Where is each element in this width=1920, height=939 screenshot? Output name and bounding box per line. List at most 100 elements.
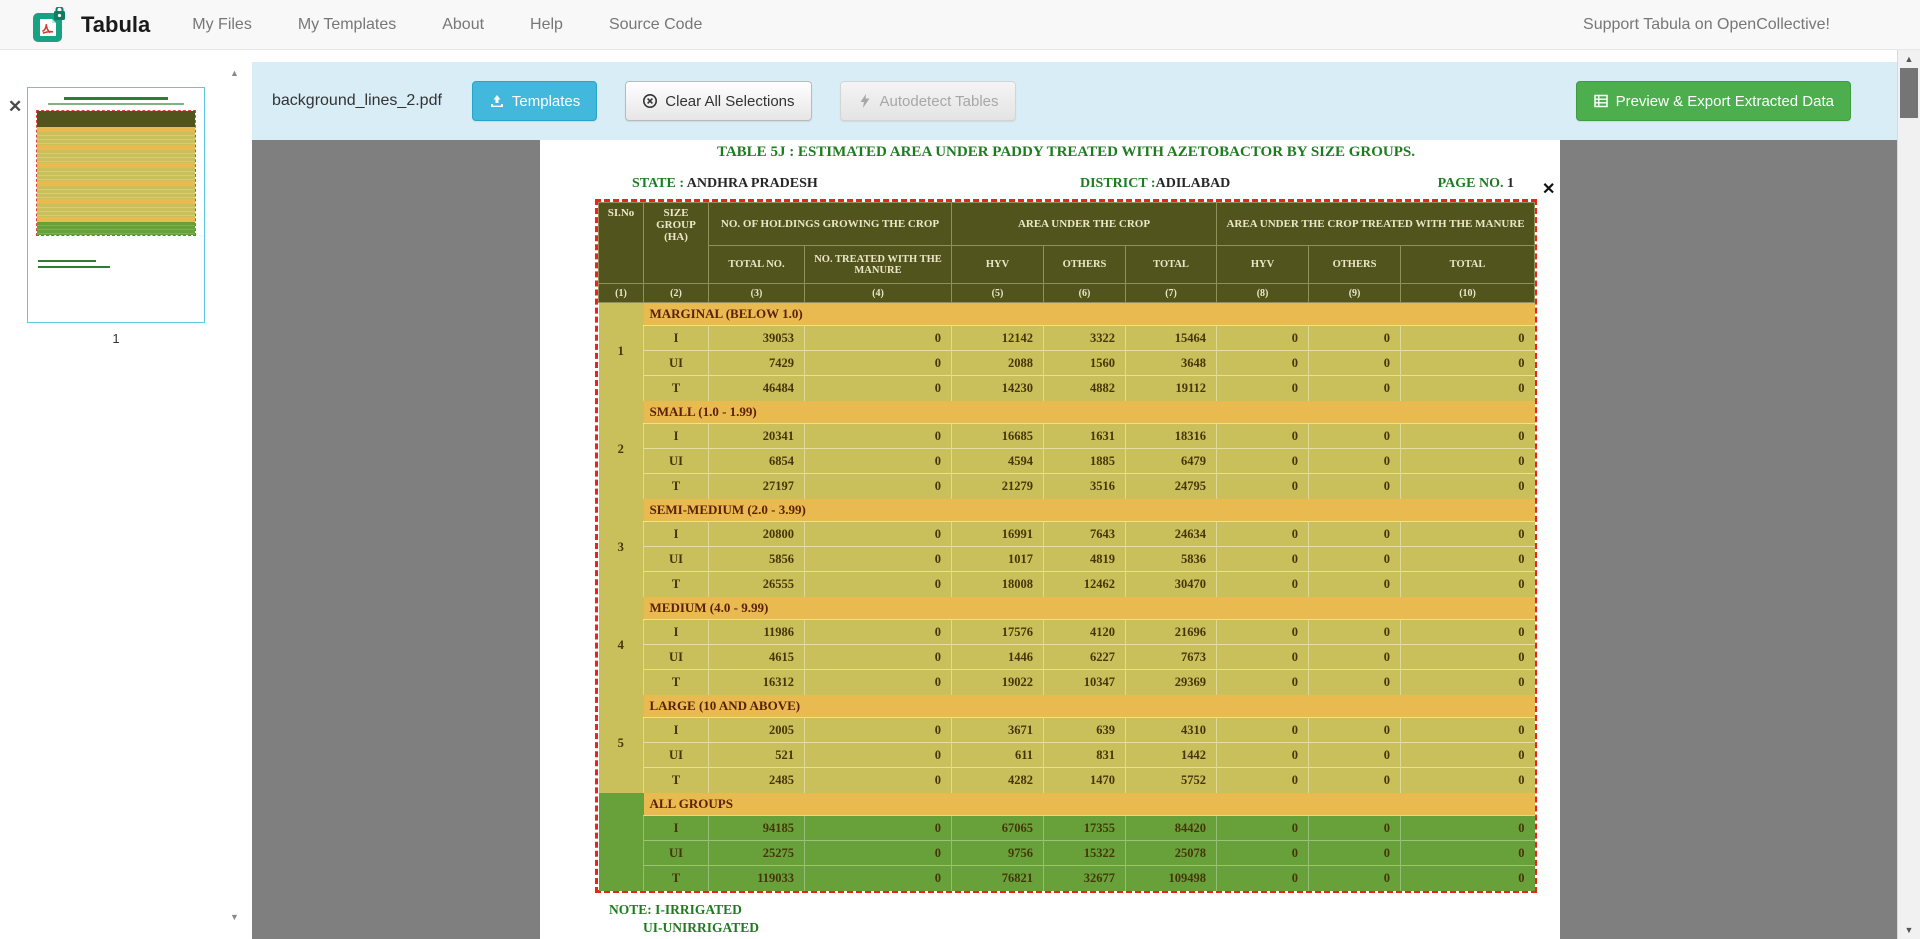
value-cell: 0 xyxy=(1401,572,1535,597)
scrollbar-thumb[interactable] xyxy=(1900,68,1918,118)
value-cell: 0 xyxy=(1217,424,1309,449)
value-cell: 0 xyxy=(1309,376,1401,401)
value-cell: 17355 xyxy=(1044,816,1126,841)
preview-export-button[interactable]: Preview & Export Extracted Data xyxy=(1576,81,1851,121)
row-type-cell: UI xyxy=(644,547,709,572)
header-slno: SI.No xyxy=(599,203,644,284)
value-cell: 611 xyxy=(952,743,1044,768)
value-cell: 0 xyxy=(1401,645,1535,670)
support-link[interactable]: Support Tabula on OpenCollective! xyxy=(1583,16,1830,34)
row-type-cell: T xyxy=(644,866,709,891)
state-field: STATE : ANDHRA PRADESH xyxy=(632,176,818,192)
value-cell: 0 xyxy=(805,449,952,474)
value-cell: 17576 xyxy=(952,620,1044,645)
slno-cell xyxy=(599,793,644,891)
value-cell: 76821 xyxy=(952,866,1044,891)
section-label: MARGINAL (BELOW 1.0) xyxy=(644,303,1535,326)
value-cell: 0 xyxy=(1401,474,1535,499)
value-cell: 25275 xyxy=(709,841,805,866)
value-cell: 30470 xyxy=(1126,572,1217,597)
value-cell: 0 xyxy=(1309,866,1401,891)
value-cell: 25078 xyxy=(1126,841,1217,866)
note-line-1: NOTE: I-IRRIGATED xyxy=(609,902,742,918)
value-cell: 1470 xyxy=(1044,768,1126,793)
row-type-cell: I xyxy=(644,816,709,841)
vertical-scrollbar[interactable]: ▲ ▼ xyxy=(1897,50,1920,939)
value-cell: 0 xyxy=(805,670,952,695)
header-others: OTHERS xyxy=(1309,246,1401,284)
value-cell: 0 xyxy=(1217,645,1309,670)
value-cell: 0 xyxy=(805,816,952,841)
value-cell: 67065 xyxy=(952,816,1044,841)
value-cell: 6227 xyxy=(1044,645,1126,670)
slno-cell: 1 xyxy=(599,303,644,401)
page-no-value: 1 xyxy=(1507,176,1514,191)
value-cell: 0 xyxy=(1401,743,1535,768)
selection-close-icon[interactable]: ✕ xyxy=(1542,182,1555,198)
value-cell: 0 xyxy=(1309,424,1401,449)
slno-cell: 5 xyxy=(599,695,644,793)
pdf-page[interactable]: TABLE 5J : ESTIMATED AREA UNDER PADDY TR… xyxy=(540,140,1560,939)
value-cell: 0 xyxy=(1217,841,1309,866)
value-cell: 9756 xyxy=(952,841,1044,866)
value-cell: 0 xyxy=(805,474,952,499)
brand-title[interactable]: Tabula xyxy=(81,12,150,38)
sidebar-scroll-down-icon[interactable]: ▼ xyxy=(230,912,239,922)
nav-help[interactable]: Help xyxy=(530,16,563,34)
value-cell: 20800 xyxy=(709,522,805,547)
value-cell: 831 xyxy=(1044,743,1126,768)
autodetect-tables-button[interactable]: Autodetect Tables xyxy=(840,81,1016,121)
section-label: MEDIUM (4.0 - 9.99) xyxy=(644,597,1535,620)
value-cell: 0 xyxy=(1309,620,1401,645)
scroll-up-icon[interactable]: ▲ xyxy=(1898,54,1920,64)
value-cell: 0 xyxy=(1217,474,1309,499)
value-cell: 5836 xyxy=(1126,547,1217,572)
header-size-group: SIZE GROUP (HA) xyxy=(644,203,709,284)
value-cell: 2005 xyxy=(709,718,805,743)
col-number: (2) xyxy=(644,284,709,303)
value-cell: 20341 xyxy=(709,424,805,449)
value-cell: 639 xyxy=(1044,718,1126,743)
toolbar: background_lines_2.pdf Templates Clear A… xyxy=(252,62,1897,140)
col-number: (10) xyxy=(1401,284,1535,303)
nav-source-code[interactable]: Source Code xyxy=(609,16,702,34)
clear-all-selections-label: Clear All Selections xyxy=(665,93,794,110)
col-number: (9) xyxy=(1309,284,1401,303)
district-field: DISTRICT :ADILABAD xyxy=(1080,176,1230,192)
header-hyv: HYV xyxy=(1217,246,1309,284)
nav-my-templates[interactable]: My Templates xyxy=(298,16,396,34)
value-cell: 26555 xyxy=(709,572,805,597)
clear-all-selections-button[interactable]: Clear All Selections xyxy=(625,81,811,121)
table-selection-box[interactable]: SI.No SIZE GROUP (HA) NO. OF HOLDINGS GR… xyxy=(595,199,1537,893)
nav-about[interactable]: About xyxy=(442,16,484,34)
value-cell: 0 xyxy=(1309,522,1401,547)
page-1-thumbnail[interactable] xyxy=(27,87,205,323)
sidebar-scroll-up-icon[interactable]: ▲ xyxy=(230,68,239,78)
value-cell: 7673 xyxy=(1126,645,1217,670)
remove-file-icon[interactable]: ✕ xyxy=(8,98,22,115)
value-cell: 0 xyxy=(1309,572,1401,597)
value-cell: 1885 xyxy=(1044,449,1126,474)
tabula-logo-icon[interactable] xyxy=(33,7,67,43)
value-cell: 3671 xyxy=(952,718,1044,743)
district-value: ADILABAD xyxy=(1156,176,1231,191)
value-cell: 0 xyxy=(1309,326,1401,351)
scroll-down-icon[interactable]: ▼ xyxy=(1898,925,1920,935)
document-filename: background_lines_2.pdf xyxy=(272,92,442,110)
value-cell: 12142 xyxy=(952,326,1044,351)
value-cell: 2088 xyxy=(952,351,1044,376)
value-cell: 0 xyxy=(1217,743,1309,768)
value-cell: 21279 xyxy=(952,474,1044,499)
col-number: (8) xyxy=(1217,284,1309,303)
value-cell: 0 xyxy=(1309,351,1401,376)
value-cell: 1560 xyxy=(1044,351,1126,376)
row-type-cell: I xyxy=(644,718,709,743)
page-no-field: PAGE NO. 1 xyxy=(1438,176,1514,192)
header-area-treated: AREA UNDER THE CROP TREATED WITH THE MAN… xyxy=(1217,203,1535,246)
value-cell: 0 xyxy=(1217,718,1309,743)
templates-button[interactable]: Templates xyxy=(472,81,597,121)
header-total: TOTAL xyxy=(1126,246,1217,284)
value-cell: 0 xyxy=(1401,768,1535,793)
row-type-cell: UI xyxy=(644,645,709,670)
nav-my-files[interactable]: My Files xyxy=(192,16,252,34)
